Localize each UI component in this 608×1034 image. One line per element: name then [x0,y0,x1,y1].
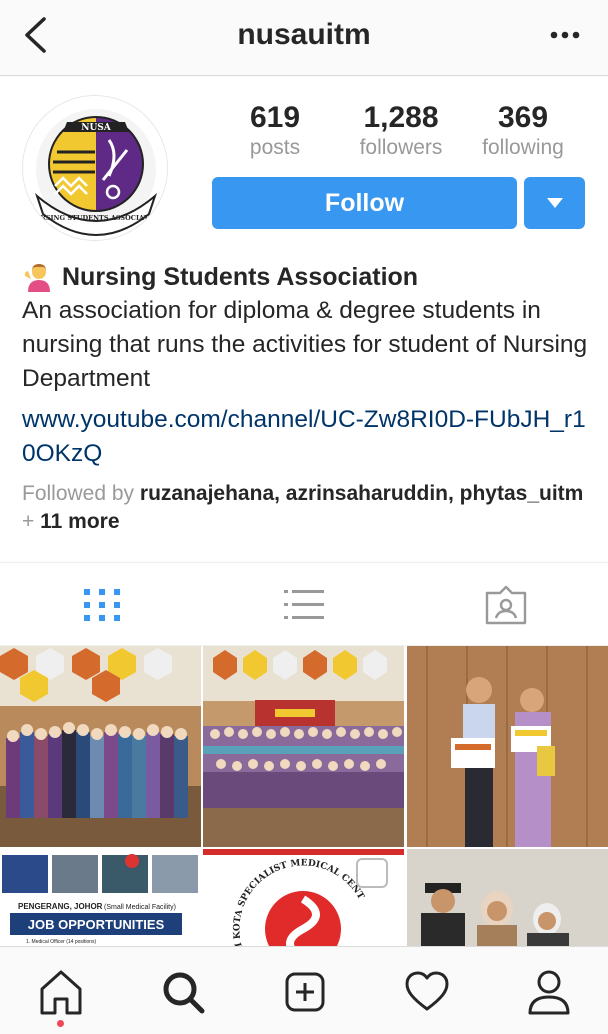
grid-icon [84,589,120,621]
tab-tagged[interactable] [484,585,528,625]
svg-text:NURSING STUDENTS ASSOCIATION: NURSING STUDENTS ASSOCIATION [29,214,163,222]
profile-tabs [0,562,608,646]
triangle-down-icon [547,198,563,208]
posts-label: posts [249,136,301,159]
posts-stat[interactable]: 619 posts [225,101,325,161]
group-photo-image [0,646,201,847]
top-bar: nusauitm [0,0,608,76]
person-tipping-hand-icon [24,264,50,292]
heart-icon [405,971,449,1011]
profile-name: Nursing Students Association [22,261,592,293]
svg-text:PENGERANG, JOHOR: PENGERANG, JOHOR [18,902,103,911]
post-grid: PENGERANG, JOHOR (Small Medical Facility… [0,646,608,946]
profile-name-text: Nursing Students Association [62,263,419,291]
followers-label: followers [359,136,443,159]
post-thumbnail[interactable] [407,646,608,847]
search-icon [163,972,205,1014]
svg-text:1. Medical Officer (14 positio: 1. Medical Officer (14 positions) [26,939,97,945]
followed-by-plus: + [22,510,35,533]
followed-by-more: 11 more [40,510,120,533]
bio: Nursing Students Association An associat… [22,261,592,536]
page-title: nusauitm [237,18,371,51]
suggested-accounts-button[interactable] [524,177,585,229]
nav-activity[interactable] [402,967,452,1017]
profile-link[interactable]: www.youtube.com/channel/UC-Zw8RI0D-FUbJH… [22,403,592,471]
post-thumbnail[interactable] [407,849,608,946]
award-photo-image [407,646,608,847]
tab-list[interactable] [282,585,326,625]
more-options-button[interactable] [546,20,586,50]
graduation-photo-image [407,849,608,946]
event-group-photo-image [203,646,404,847]
follow-button[interactable]: Follow [212,177,517,229]
followed-by-users: ruzanajehana, azrinsaharuddin, phytas_ui… [139,482,584,505]
following-count: 369 [497,101,549,134]
medical-centre-image: SRI KOTA SPECIALIST MEDICAL CENTRE [203,849,404,946]
followed-by[interactable]: Followed by ruzanajehana, azrinsaharuddi… [22,480,592,536]
notification-dot [57,1020,64,1027]
bottom-nav [0,946,608,1034]
post-thumbnail[interactable]: SRI KOTA SPECIALIST MEDICAL CENTRE [203,849,404,946]
user-icon [528,970,570,1015]
plus-square-icon [285,972,325,1012]
svg-text:JOB OPPORTUNITIES: JOB OPPORTUNITIES [28,917,165,932]
nav-home[interactable] [36,967,86,1017]
followers-stat[interactable]: 1,288 followers [343,101,459,161]
job-poster-image: PENGERANG, JOHOR (Small Medical Facility… [0,849,201,946]
nav-new-post[interactable] [280,967,330,1017]
tagged-icon [485,585,527,625]
profile-section: NUSA NURSING STUDENTS ASSOCIATION 619 po… [0,77,608,561]
profile-description: An association for diploma & degree stud… [22,297,588,392]
profile-stats: 619 posts 1,288 followers 369 following [225,101,585,161]
posts-count: 619 [249,101,301,134]
nav-search[interactable] [158,967,208,1017]
post-thumbnail[interactable]: PENGERANG, JOHOR (Small Medical Facility… [0,849,201,946]
svg-text:NUSA: NUSA [81,123,112,133]
tab-grid[interactable] [80,585,124,625]
avatar[interactable]: NUSA NURSING STUDENTS ASSOCIATION [22,95,168,241]
following-stat[interactable]: 369 following [471,101,575,161]
following-label: following [482,136,564,159]
nav-profile[interactable] [524,967,574,1017]
ellipsis-icon [550,31,580,39]
home-icon [40,970,82,1015]
list-icon [284,590,324,619]
svg-text:(Small Medical Facility): (Small Medical Facility) [104,904,176,911]
followers-count: 1,288 [363,101,439,134]
post-thumbnail[interactable] [203,646,404,847]
post-thumbnail[interactable] [0,646,201,847]
followed-by-prefix: Followed by [22,482,135,505]
nusa-logo: NUSA NURSING STUDENTS ASSOCIATION [23,96,167,240]
